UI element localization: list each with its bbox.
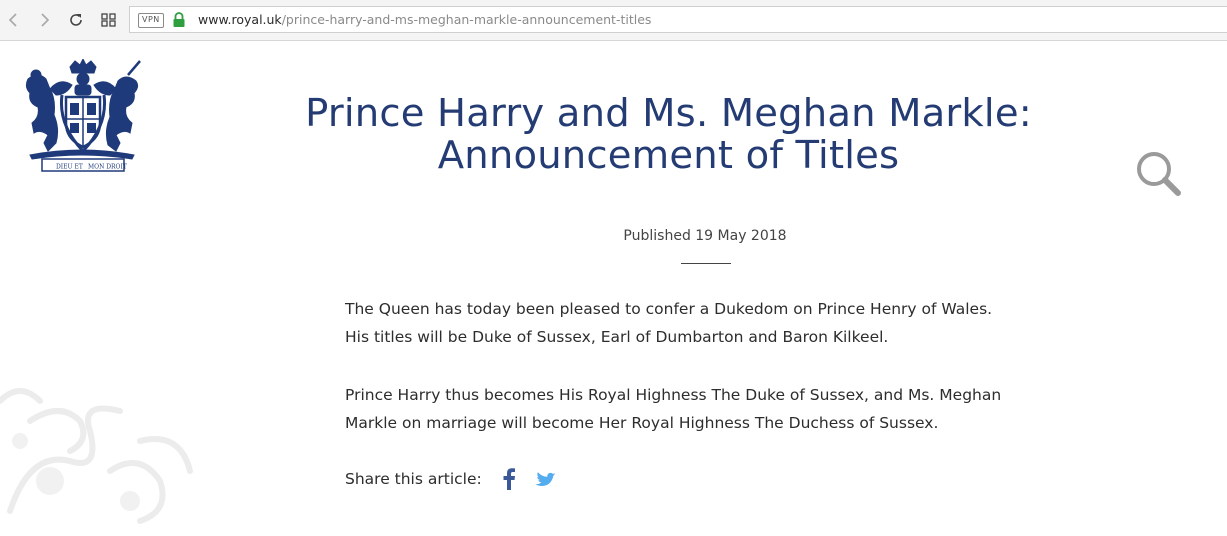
url-text[interactable]: www.royal.uk/prince-harry-and-ms-meghan-… — [198, 13, 651, 27]
crest-motto-right: MON DROIT — [88, 164, 127, 171]
search-icon[interactable] — [1134, 149, 1182, 202]
paragraph-2-line-1: Prince Harry thus becomes His Royal High… — [345, 386, 1002, 404]
paragraph-1-line-1: The Queen has today been pleased to conf… — [345, 300, 993, 318]
url-host: www.royal.uk — [198, 12, 282, 27]
facebook-icon[interactable] — [500, 468, 518, 495]
address-bar[interactable]: VPN www.royal.uk/prince-harry-and-ms-meg… — [129, 6, 1227, 33]
lock-icon[interactable] — [172, 12, 186, 33]
title-divider — [681, 263, 731, 264]
title-line-2: Announcement of Titles — [437, 133, 900, 178]
crest-motto-left: DIEU ET — [56, 164, 83, 171]
forward-icon[interactable] — [34, 10, 54, 30]
browser-toolbar: VPN www.royal.uk/prince-harry-and-ms-meg… — [0, 0, 1227, 41]
share-label: Share this article: — [345, 470, 482, 488]
vpn-badge[interactable]: VPN — [138, 13, 164, 28]
paragraph-2-line-2: Markle on marriage will become Her Royal… — [345, 414, 939, 432]
back-icon[interactable] — [4, 10, 24, 30]
decorative-watermark — [0, 361, 210, 536]
article-paragraph-1: The Queen has today been pleased to conf… — [345, 295, 1065, 351]
page-title: Prince Harry and Ms. Meghan Markle: Anno… — [280, 93, 1057, 177]
page-content: DIEU ET MON DROIT Prince Harry and Ms. M… — [0, 41, 1227, 524]
royal-crest-logo[interactable]: DIEU ET MON DROIT — [20, 57, 144, 177]
twitter-icon[interactable] — [532, 469, 556, 494]
tabs-grid-icon[interactable] — [99, 10, 119, 30]
reload-icon[interactable] — [66, 10, 86, 30]
url-path: /prince-harry-and-ms-meghan-markle-annou… — [281, 12, 652, 27]
article-paragraph-2: Prince Harry thus becomes His Royal High… — [345, 381, 1065, 437]
published-date: Published 19 May 2018 — [623, 228, 787, 244]
paragraph-1-line-2: His titles will be Duke of Sussex, Earl … — [345, 328, 889, 346]
title-line-1: Prince Harry and Ms. Meghan Markle: — [305, 91, 1032, 136]
